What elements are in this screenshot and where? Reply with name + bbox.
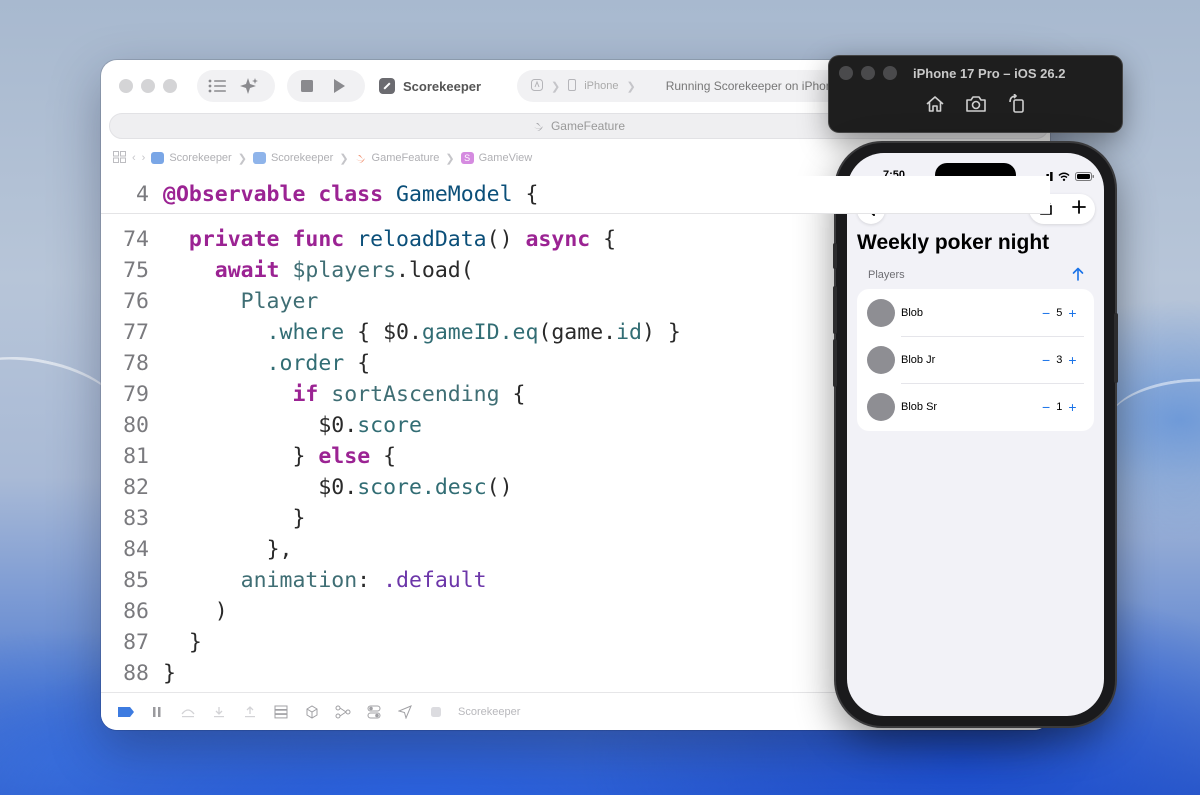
close-window-button[interactable] [839,66,853,80]
avatar [867,298,895,327]
view-hierarchy-icon[interactable] [272,705,290,719]
increment-button[interactable]: + [1068,352,1076,368]
player-score: 5 [1056,306,1063,319]
chevron-right-icon: ❯ [551,80,561,93]
breadcrumb-item-folder[interactable]: Scorekeeper [252,152,333,164]
list-item[interactable]: Blob − 5 + [857,289,1094,336]
decrement-button[interactable]: − [1042,399,1050,415]
avatar [867,392,895,421]
breadcrumb-item-file[interactable]: GameFeature [355,152,439,164]
list-item[interactable]: Blob Sr − 1 + [857,383,1094,430]
sticky-scope-header: 4 @Observable class GameModel { [101,176,1050,214]
simulator-title: iPhone 17 Pro – iOS 26.2 [913,66,1066,81]
wallpaper-wave [1106,370,1200,450]
related-items-icon[interactable] [113,150,126,166]
navigator-list-icon[interactable] [207,76,227,96]
memory-graph-icon[interactable] [334,705,352,719]
swift-icon [355,154,365,163]
iphone-icon [568,78,577,94]
score-stepper: − 3 + [1042,352,1077,368]
zoom-window-button[interactable] [883,66,897,80]
step-in-icon[interactable] [210,705,228,719]
app-icon [379,78,395,94]
run-status: Running Scorekeeper on iPhone [665,79,840,93]
screenshot-icon[interactable] [965,94,987,119]
code-line: @Observable class GameModel { [163,182,539,207]
players-list: Blob − 5 + Blob Jr − 3 + Blob Sr − 1 + [857,289,1094,431]
navigator-toggle-group [197,70,275,102]
debug-target-label: Scorekeeper [458,705,521,718]
environment-overrides-icon[interactable] [365,705,383,719]
decrement-button[interactable]: − [1042,352,1050,368]
volume-down-button[interactable] [833,339,837,387]
destination-device: iPhone [584,80,619,92]
score-stepper: − 1 + [1042,399,1077,415]
avatar [867,345,895,374]
breadcrumb: ‹ › Scorekeeper ❯ Scorekeeper ❯ GameFeat… [113,148,532,168]
pause-icon[interactable] [148,705,166,719]
rotate-icon[interactable] [1007,93,1027,119]
scheme-name: Scorekeeper [403,78,482,94]
app-store-icon [531,78,543,94]
iphone-device: 7:50 Weekly poker night Players Blob − 5… [833,143,1118,726]
section-header: Players [868,269,905,281]
list-item[interactable]: Blob Jr − 3 + [857,336,1094,383]
project-icon [151,152,165,164]
battery-icon [1075,168,1095,186]
increment-button[interactable]: + [1068,399,1076,415]
chevron-right-icon: ❯ [237,152,247,165]
arrow-up-icon [1072,267,1084,281]
simulator-toolbar [925,93,1027,119]
page-title: Weekly poker night [857,231,1050,254]
3d-layers-icon[interactable] [303,704,321,719]
home-icon[interactable] [925,94,945,119]
action-button[interactable] [833,243,837,269]
folder-icon [252,152,266,164]
close-window-button[interactable] [119,79,133,93]
wifi-icon [1058,168,1070,186]
increment-button[interactable]: + [1068,305,1076,321]
struct-icon: S [460,152,474,164]
coding-assistant-icon[interactable] [239,76,259,96]
line-number: 4 [136,182,149,207]
volume-up-button[interactable] [833,286,837,334]
simulator-titlebar: iPhone 17 Pro – iOS 26.2 [829,56,1122,132]
add-player-button[interactable] [1071,199,1086,219]
target-app-icon [427,705,445,719]
decrement-button[interactable]: − [1042,305,1050,321]
chevron-right-icon: ❯ [339,152,349,165]
plus-icon [1071,199,1086,214]
score-stepper: − 5 + [1042,305,1077,321]
minimize-window-button[interactable] [141,79,155,93]
chevron-right-icon: ❯ [445,152,455,165]
swift-icon [533,122,543,131]
scheme-selector[interactable]: Scorekeeper [379,76,481,96]
back-arrow-icon[interactable]: ‹ [132,152,136,164]
player-score: 1 [1056,400,1063,413]
breadcrumb-item-project[interactable]: Scorekeeper [151,152,232,164]
run-controls [287,70,365,102]
step-over-icon[interactable] [179,705,197,719]
player-name: Blob [901,306,924,319]
player-score: 3 [1056,353,1063,366]
run-icon[interactable] [329,76,349,96]
tab-label: GameFeature [550,119,626,133]
zoom-window-button[interactable] [163,79,177,93]
breadcrumb-item-symbol[interactable]: S GameView [460,152,532,164]
breakpoints-toggle-icon[interactable] [117,705,135,719]
stop-icon[interactable] [297,76,317,96]
sort-toggle-button[interactable] [1072,267,1084,286]
player-name: Blob Sr [901,400,938,413]
side-button[interactable] [1114,313,1118,383]
forward-arrow-icon[interactable]: › [142,152,146,164]
chevron-right-icon: ❯ [626,80,636,93]
step-out-icon[interactable] [241,705,259,719]
phone-screen: 7:50 Weekly poker night Players Blob − 5… [847,153,1104,716]
player-name: Blob Jr [901,353,936,366]
simulate-location-icon[interactable] [396,704,414,719]
minimize-window-button[interactable] [861,66,875,80]
